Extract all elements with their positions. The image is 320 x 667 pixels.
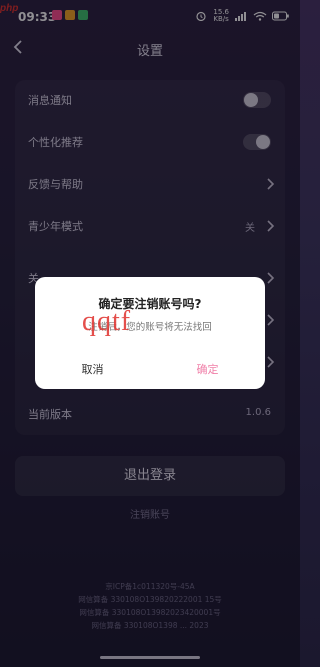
confirm-dialog: 确定要注销账号吗? 注销后，您的账号将无法找回 取消 确定	[35, 277, 265, 389]
dialog-message: 注销后，您的账号将无法找回	[88, 322, 212, 333]
confirm-button[interactable]: 确定	[150, 361, 265, 377]
watermark-text: qqtf	[82, 306, 132, 337]
cancel-button[interactable]: 取消	[35, 361, 150, 377]
dialog-title: 确定要注销账号吗?	[98, 297, 202, 311]
